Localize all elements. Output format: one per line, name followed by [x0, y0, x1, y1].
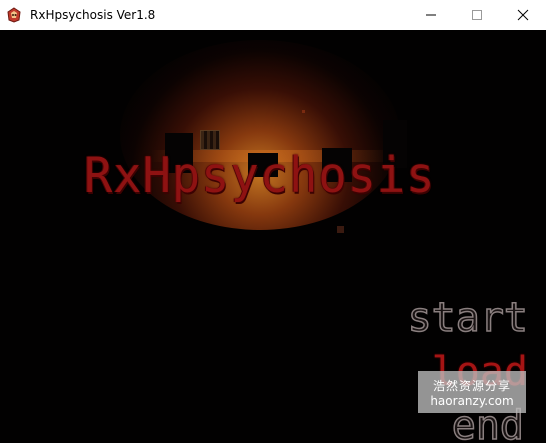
game-canvas[interactable]: RxHpsychosis start load end 浩然资源分享 haora…: [0, 30, 546, 443]
game-title: RxHpsychosis: [84, 146, 436, 205]
close-icon: [517, 9, 529, 21]
minimize-button[interactable]: [408, 0, 454, 30]
close-button[interactable]: [500, 0, 546, 30]
window-title: RxHpsychosis Ver1.8: [30, 8, 156, 22]
minimize-icon: [426, 14, 436, 16]
watermark-overlay: 浩然资源分享 haoranzy.com: [418, 371, 526, 413]
maximize-icon: [472, 10, 482, 20]
menu-start-option[interactable]: start: [407, 297, 529, 339]
watermark-url: haoranzy.com: [430, 393, 514, 408]
game-window: RxHpsychosis Ver1.8 RxHpsychosis start e…: [0, 0, 546, 443]
title-bar[interactable]: RxHpsychosis Ver1.8: [0, 0, 546, 30]
ember-spot: [337, 226, 344, 233]
ember-spot: [302, 110, 305, 113]
maximize-button[interactable]: [454, 0, 500, 30]
watermark-text: 浩然资源分享: [432, 378, 511, 393]
window-controls: [408, 0, 546, 30]
game-app-icon[interactable]: [6, 7, 22, 23]
